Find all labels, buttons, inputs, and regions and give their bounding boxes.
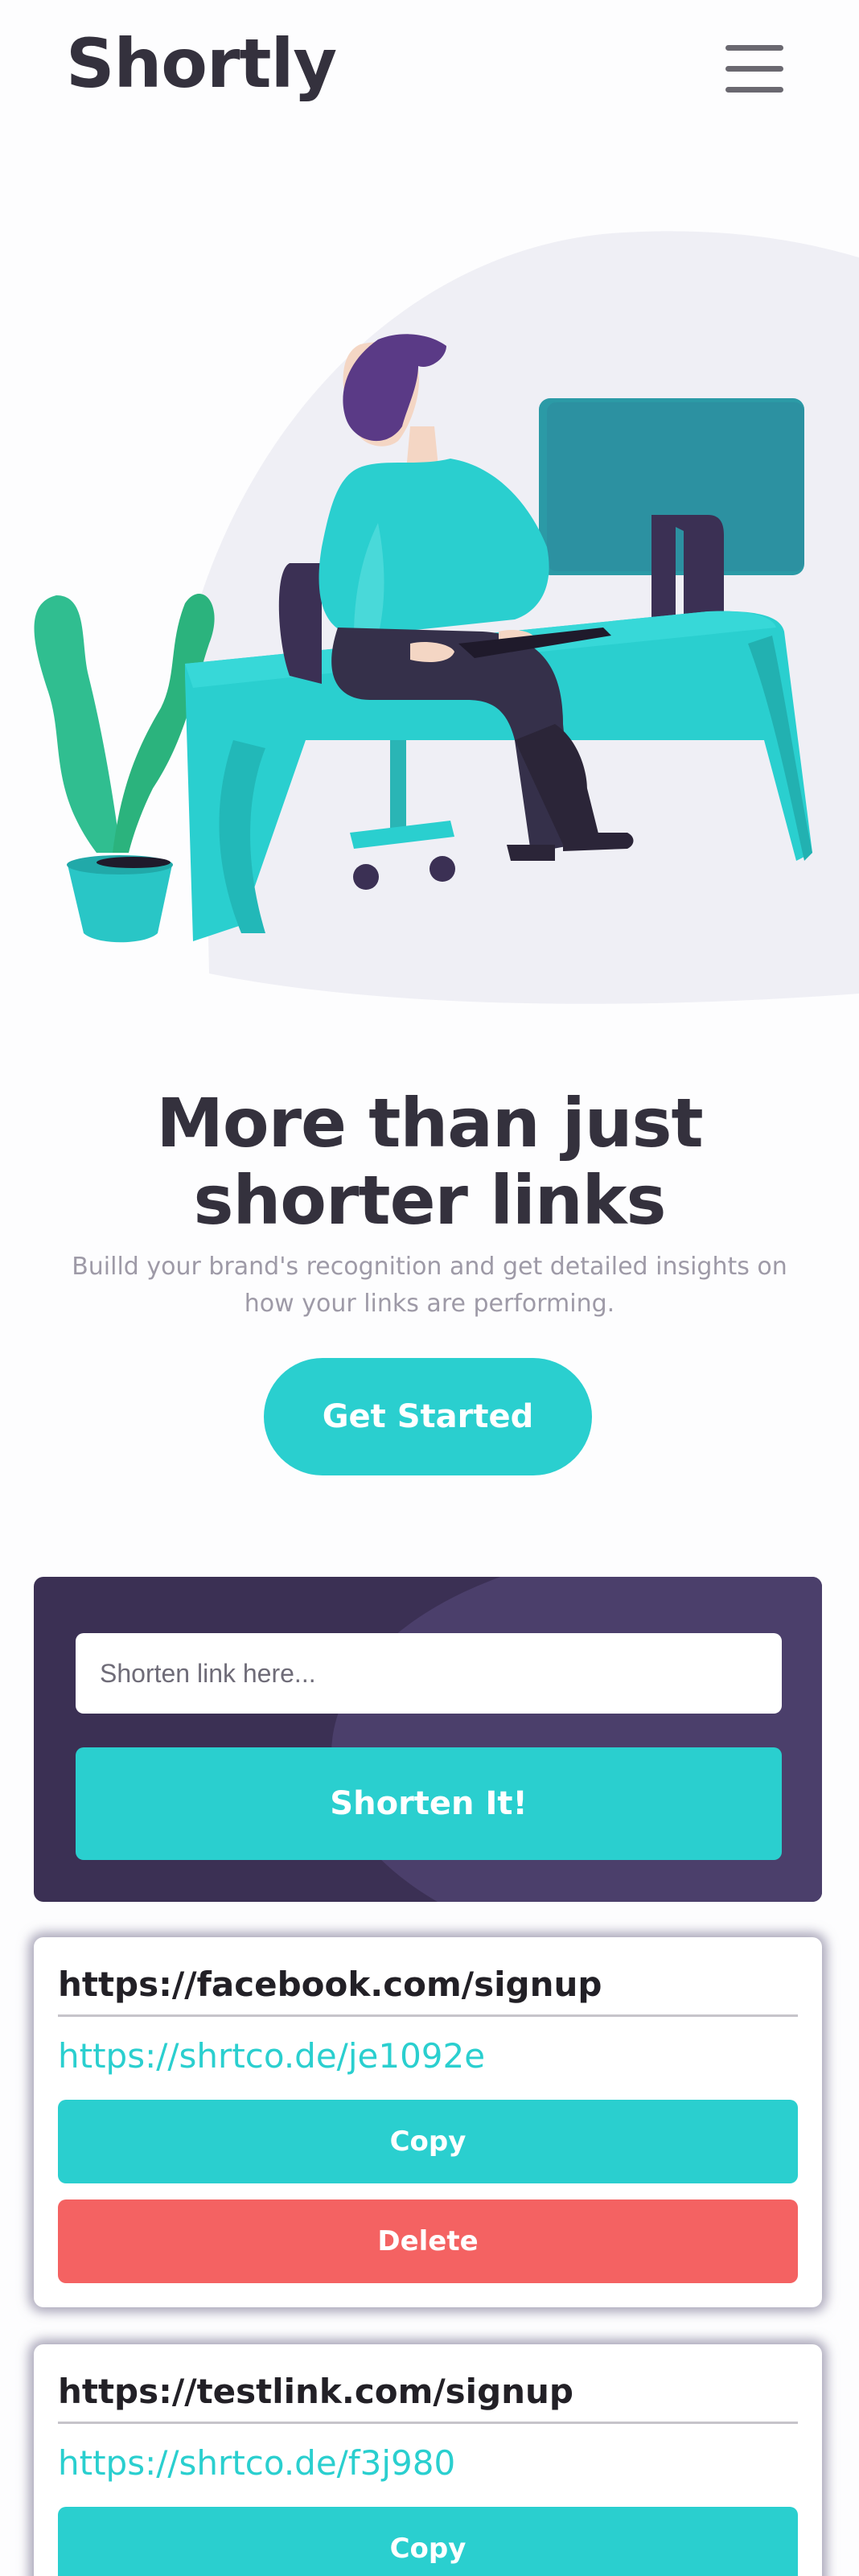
divider bbox=[58, 2422, 798, 2424]
logo[interactable]: Shortly bbox=[66, 19, 337, 108]
hero-title: More than just shorter links bbox=[156, 1084, 703, 1240]
original-url: https://testlink.com/signup bbox=[58, 2372, 573, 2411]
plant-icon bbox=[34, 594, 215, 943]
original-url: https://facebook.com/signup bbox=[58, 1965, 602, 2004]
short-url-link[interactable]: https://shrtco.de/f3j980 bbox=[58, 2439, 798, 2488]
shorten-form: Shorten It! bbox=[34, 1577, 822, 1902]
shorten-it-button[interactable]: Shorten It! bbox=[76, 1747, 782, 1860]
get-started-button[interactable]: Get Started bbox=[264, 1358, 592, 1475]
delete-button[interactable]: Delete bbox=[58, 2199, 798, 2283]
short-url-link[interactable]: https://shrtco.de/je1092e bbox=[58, 2032, 798, 2080]
menu-bar bbox=[725, 45, 783, 51]
result-card: https://testlink.com/signup https://shrt… bbox=[34, 2344, 822, 2576]
hamburger-menu-icon[interactable] bbox=[724, 45, 785, 93]
result-card: https://facebook.com/signup https://shrt… bbox=[34, 1937, 822, 2307]
menu-bar bbox=[725, 66, 783, 72]
shorten-link-input[interactable] bbox=[76, 1633, 782, 1714]
hero-subtitle: Builld your brand's recognition and get … bbox=[72, 1253, 787, 1318]
copy-button[interactable]: Copy bbox=[58, 2100, 798, 2183]
hero-illustration bbox=[34, 231, 859, 1004]
site-header: Shortly bbox=[0, 0, 859, 129]
menu-bar bbox=[725, 87, 783, 93]
divider bbox=[58, 2014, 798, 2017]
copy-button[interactable]: Copy bbox=[58, 2507, 798, 2576]
